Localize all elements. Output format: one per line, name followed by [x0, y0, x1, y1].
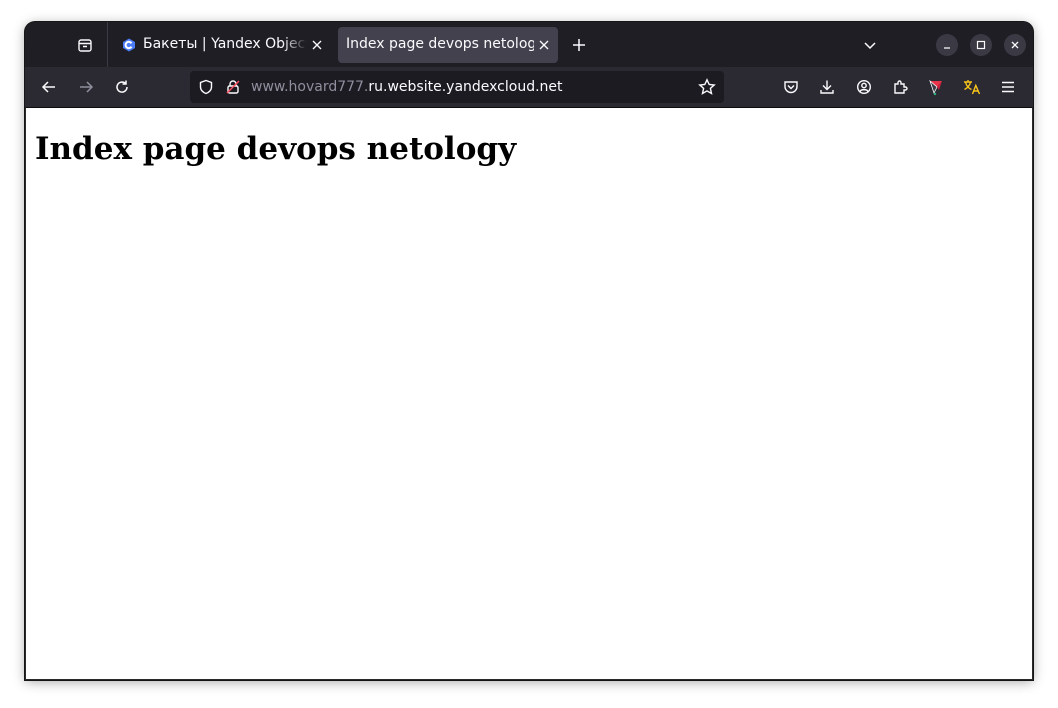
list-all-tabs-chevron-down-icon[interactable]	[860, 35, 880, 55]
tab-separator	[107, 22, 108, 67]
tab-groups-icon[interactable]	[75, 35, 95, 55]
page-heading: Index page devops netology	[35, 131, 517, 167]
extension-colored-icon[interactable]	[926, 77, 946, 97]
forward-arrow-icon[interactable]	[76, 77, 96, 97]
reload-icon[interactable]	[112, 77, 132, 97]
minimize-window-button[interactable]	[936, 34, 958, 56]
tab-index-page[interactable]: Index page devops netology	[338, 27, 558, 63]
tab-buckets[interactable]: Бакеты | Yandex Object Storage	[113, 27, 329, 63]
url-text[interactable]: www.hovard777.ru.website.yandexcloud.net	[251, 79, 563, 95]
close-tab-icon[interactable]	[309, 37, 325, 53]
yandex-cloud-icon	[121, 37, 137, 53]
tab-strip: Бакеты | Yandex Object Storage Index pag…	[25, 22, 1033, 67]
tab-title: Index page devops netology	[346, 36, 534, 52]
page-content: Index page devops netology	[25, 107, 1033, 680]
translate-icon[interactable]	[961, 77, 983, 97]
back-arrow-icon[interactable]	[39, 77, 59, 97]
download-icon[interactable]	[817, 77, 837, 97]
tab-title: Бакеты | Yandex Object Storage	[143, 36, 307, 52]
maximize-window-button[interactable]	[970, 34, 992, 56]
extensions-icon[interactable]	[890, 77, 910, 97]
close-window-button[interactable]	[1004, 34, 1026, 56]
url-bar[interactable]: www.hovard777.ru.website.yandexcloud.net	[190, 71, 724, 103]
lock-warning-icon[interactable]	[223, 77, 243, 97]
account-icon[interactable]	[854, 77, 874, 97]
navigation-toolbar: www.hovard777.ru.website.yandexcloud.net	[25, 67, 1033, 107]
new-tab-plus-icon[interactable]	[569, 35, 589, 55]
shield-icon[interactable]	[196, 77, 216, 97]
browser-window: Бакеты | Yandex Object Storage Index pag…	[25, 22, 1033, 680]
close-tab-icon[interactable]	[536, 37, 552, 53]
url-domain: ru.website.yandexcloud.net	[368, 79, 563, 95]
pocket-icon[interactable]	[781, 77, 801, 97]
bookmark-star-icon[interactable]	[697, 77, 717, 97]
menu-icon[interactable]	[998, 77, 1018, 97]
url-prefix: www.hovard777.	[251, 79, 369, 95]
